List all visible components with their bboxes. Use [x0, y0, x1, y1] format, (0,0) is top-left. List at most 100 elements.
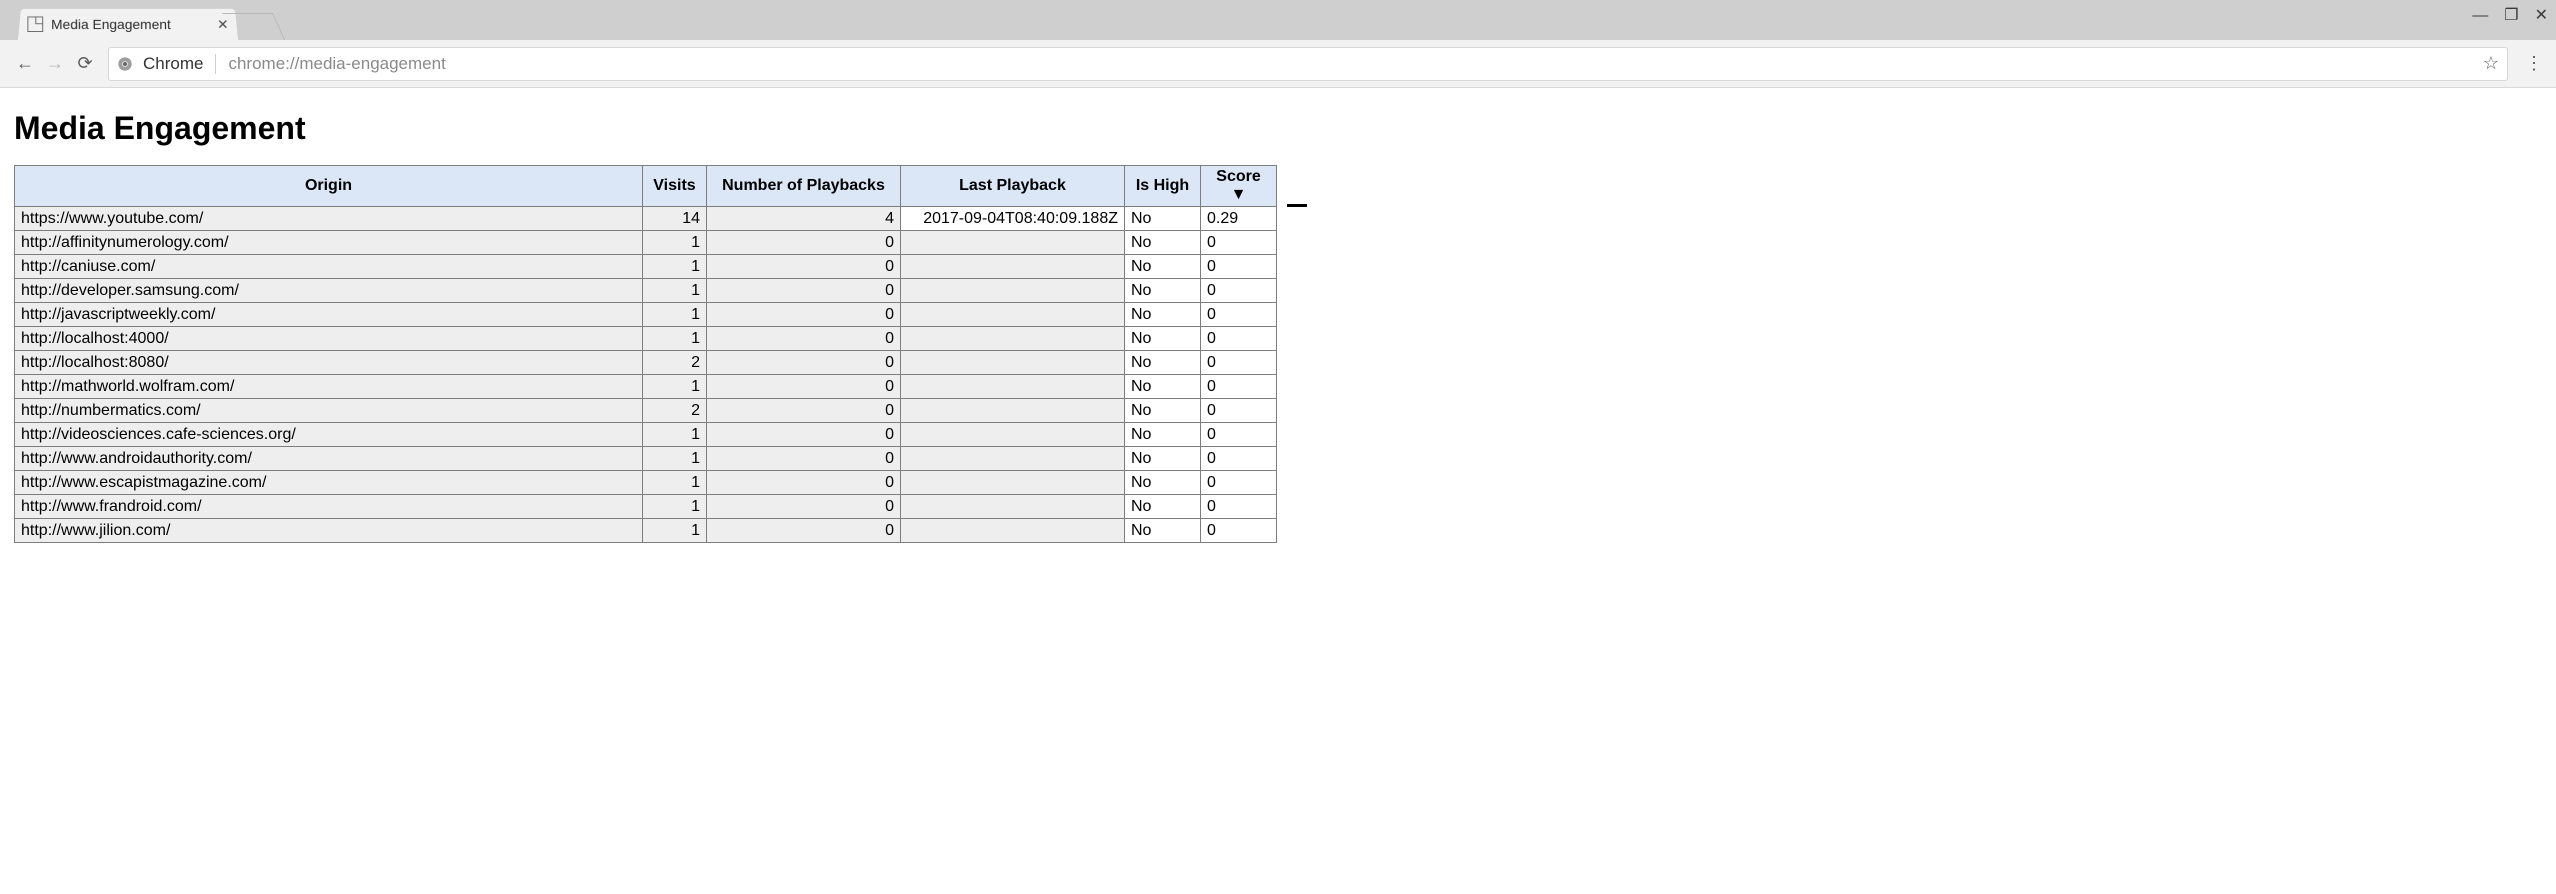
cell-score: 0 [1201, 423, 1277, 447]
cell-score: 0 [1201, 351, 1277, 375]
cell-visits: 1 [643, 447, 707, 471]
cell-origin: http://mathworld.wolfram.com/ [15, 375, 643, 399]
cell-last-playback [901, 231, 1125, 255]
page-icon [27, 16, 43, 32]
cell-is-high: No [1125, 303, 1201, 327]
cell-score: 0 [1201, 231, 1277, 255]
sort-desc-icon: ▼ [1231, 186, 1247, 203]
cell-last-playback [901, 471, 1125, 495]
cell-playbacks: 0 [707, 471, 901, 495]
cell-score: 0 [1201, 375, 1277, 399]
cell-visits: 1 [643, 471, 707, 495]
bookmark-star-icon[interactable]: ☆ [2483, 53, 2499, 74]
cell-score: 0 [1201, 495, 1277, 519]
table-row[interactable]: http://www.jilion.com/10No0 [15, 519, 1277, 543]
cell-score: 0.29 [1201, 207, 1277, 231]
cell-playbacks: 0 [707, 495, 901, 519]
cell-origin: http://affinitynumerology.com/ [15, 231, 643, 255]
cell-visits: 1 [643, 423, 707, 447]
col-header-visits[interactable]: Visits [643, 166, 707, 207]
reload-button[interactable]: ⟳ [70, 53, 100, 74]
col-header-origin[interactable]: Origin [15, 166, 643, 207]
browser-tab[interactable]: Media Engagement ✕ [18, 9, 238, 40]
table-row[interactable]: http://www.androidauthority.com/10No0 [15, 447, 1277, 471]
cell-origin: http://localhost:4000/ [15, 327, 643, 351]
cell-last-playback [901, 375, 1125, 399]
window-close-icon[interactable]: ✕ [2535, 8, 2548, 24]
table-row[interactable]: http://developer.samsung.com/10No0 [15, 279, 1277, 303]
cell-last-playback [901, 447, 1125, 471]
cell-origin: http://javascriptweekly.com/ [15, 303, 643, 327]
cell-is-high: No [1125, 447, 1201, 471]
cell-origin: http://www.androidauthority.com/ [15, 447, 643, 471]
cell-visits: 1 [643, 519, 707, 543]
omnibox-chip: Chrome [143, 54, 216, 74]
browser-menu-button[interactable]: ⋮ [2522, 53, 2546, 74]
window-restore-icon[interactable]: ❐ [2504, 8, 2518, 24]
cell-origin: http://www.jilion.com/ [15, 519, 643, 543]
cell-origin: http://numbermatics.com/ [15, 399, 643, 423]
cell-origin: https://www.youtube.com/ [15, 207, 643, 231]
cell-visits: 2 [643, 399, 707, 423]
cell-playbacks: 0 [707, 327, 901, 351]
cell-origin: http://localhost:8080/ [15, 351, 643, 375]
table-row[interactable]: http://localhost:8080/20No0 [15, 351, 1277, 375]
cell-playbacks: 0 [707, 519, 901, 543]
cell-is-high: No [1125, 399, 1201, 423]
cell-playbacks: 4 [707, 207, 901, 231]
table-row[interactable]: http://javascriptweekly.com/10No0 [15, 303, 1277, 327]
media-engagement-table: Origin Visits Number of Playbacks Last P… [14, 165, 1277, 543]
new-tab-button[interactable] [234, 14, 284, 40]
cell-last-playback [901, 351, 1125, 375]
cell-playbacks: 0 [707, 399, 901, 423]
cell-origin: http://caniuse.com/ [15, 255, 643, 279]
cell-last-playback [901, 399, 1125, 423]
cell-last-playback [901, 303, 1125, 327]
cell-playbacks: 0 [707, 423, 901, 447]
cell-playbacks: 0 [707, 303, 901, 327]
cell-score: 0 [1201, 327, 1277, 351]
cell-score: 0 [1201, 255, 1277, 279]
cell-last-playback [901, 279, 1125, 303]
table-row[interactable]: http://www.escapistmagazine.com/10No0 [15, 471, 1277, 495]
cell-score: 0 [1201, 471, 1277, 495]
table-row[interactable]: http://www.frandroid.com/10No0 [15, 495, 1277, 519]
toolbar: ← → ⟳ Chrome chrome://media-engagement ☆… [0, 40, 2556, 88]
col-header-last-playback[interactable]: Last Playback [901, 166, 1125, 207]
cell-last-playback [901, 255, 1125, 279]
cell-is-high: No [1125, 495, 1201, 519]
cell-visits: 1 [643, 375, 707, 399]
tab-title: Media Engagement [51, 16, 211, 32]
cell-is-high: No [1125, 255, 1201, 279]
table-row[interactable]: https://www.youtube.com/1442017-09-04T08… [15, 207, 1277, 231]
table-row[interactable]: http://localhost:4000/10No0 [15, 327, 1277, 351]
cell-playbacks: 0 [707, 447, 901, 471]
cell-is-high: No [1125, 327, 1201, 351]
cell-origin: http://www.frandroid.com/ [15, 495, 643, 519]
omnibox-url: chrome://media-engagement [228, 54, 2474, 74]
col-header-score[interactable]: Score ▼ [1201, 166, 1277, 207]
col-header-playbacks[interactable]: Number of Playbacks [707, 166, 901, 207]
back-button[interactable]: ← [10, 53, 40, 74]
forward-button[interactable]: → [40, 53, 70, 74]
cell-score: 0 [1201, 279, 1277, 303]
table-row[interactable]: http://caniuse.com/10No0 [15, 255, 1277, 279]
cell-is-high: No [1125, 423, 1201, 447]
cell-score: 0 [1201, 447, 1277, 471]
table-row[interactable]: http://affinitynumerology.com/10No0 [15, 231, 1277, 255]
cell-origin: http://www.escapistmagazine.com/ [15, 471, 643, 495]
cell-visits: 1 [643, 255, 707, 279]
cell-playbacks: 0 [707, 375, 901, 399]
col-header-is-high[interactable]: Is High [1125, 166, 1201, 207]
table-row[interactable]: http://videosciences.cafe-sciences.org/1… [15, 423, 1277, 447]
cell-visits: 1 [643, 231, 707, 255]
window-minimize-icon[interactable]: — [2472, 8, 2488, 24]
table-row[interactable]: http://mathworld.wolfram.com/10No0 [15, 375, 1277, 399]
address-bar[interactable]: Chrome chrome://media-engagement ☆ [108, 47, 2508, 81]
table-row[interactable]: http://numbermatics.com/20No0 [15, 399, 1277, 423]
cell-visits: 2 [643, 351, 707, 375]
cell-is-high: No [1125, 231, 1201, 255]
cell-visits: 1 [643, 327, 707, 351]
cell-visits: 1 [643, 303, 707, 327]
tab-strip-background: Media Engagement ✕ — ❐ ✕ [0, 0, 2556, 40]
